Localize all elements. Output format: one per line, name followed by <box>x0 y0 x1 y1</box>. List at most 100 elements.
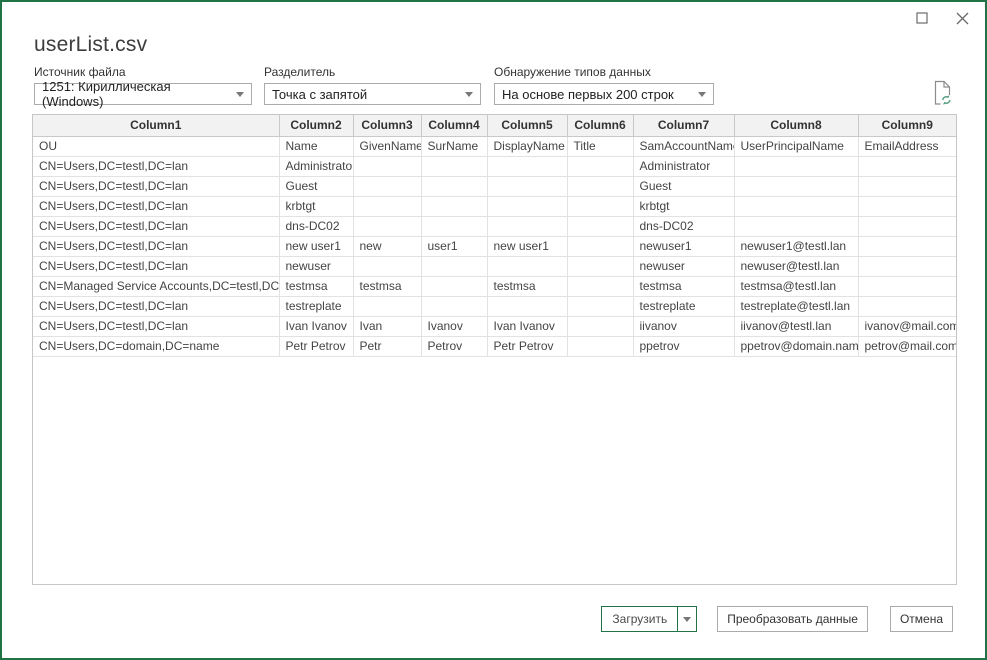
table-cell <box>858 176 956 196</box>
table-cell <box>353 256 421 276</box>
table-cell <box>567 236 633 256</box>
table-cell: Petr Petrov <box>279 336 353 356</box>
table-row: CN=Users,DC=testl,DC=lannew user1newuser… <box>33 236 956 256</box>
type-detection-label: Обнаружение типов данных <box>494 65 714 79</box>
column-header: Column3 <box>353 115 421 136</box>
table-cell <box>421 156 487 176</box>
close-icon <box>956 12 969 25</box>
table-cell <box>487 256 567 276</box>
table-cell <box>487 296 567 316</box>
table-cell <box>734 156 858 176</box>
table-cell <box>567 256 633 276</box>
table-cell: petrov@mail.com <box>858 336 956 356</box>
table-cell <box>858 156 956 176</box>
table-cell: Ivanov <box>421 316 487 336</box>
file-origin-field: Источник файла 1251: Кириллическая (Wind… <box>34 65 252 105</box>
table-row: CN=Users,DC=testl,DC=lanAdministratorAdm… <box>33 156 956 176</box>
table-cell: testreplate@testl.lan <box>734 296 858 316</box>
table-row: CN=Users,DC=testl,DC=lantestreplatetestr… <box>33 296 956 316</box>
table-cell <box>734 216 858 236</box>
table-cell: SamAccountName <box>633 136 734 156</box>
refresh-preview-button[interactable] <box>929 79 955 107</box>
table-cell <box>734 196 858 216</box>
file-origin-select[interactable]: 1251: Кириллическая (Windows) <box>34 83 252 105</box>
table-cell: iivanov@testl.lan <box>734 316 858 336</box>
table-row: CN=Users,DC=domain,DC=namePetr PetrovPet… <box>33 336 956 356</box>
footer-actions: Загрузить Преобразовать данные Отмена <box>601 606 953 632</box>
close-button[interactable] <box>947 7 977 29</box>
table-cell: OU <box>33 136 279 156</box>
table-cell: testmsa@testl.lan <box>734 276 858 296</box>
preview-grid: Column1Column2Column3Column4Column5Colum… <box>32 114 957 585</box>
table-cell <box>421 276 487 296</box>
transform-data-button[interactable]: Преобразовать данные <box>717 606 868 632</box>
table-cell <box>858 296 956 316</box>
table-cell: CN=Users,DC=testl,DC=lan <box>33 176 279 196</box>
load-button[interactable]: Загрузить <box>601 606 678 632</box>
table-cell <box>421 296 487 316</box>
table-cell: CN=Users,DC=testl,DC=lan <box>33 216 279 236</box>
table-cell: testreplate <box>633 296 734 316</box>
cancel-button[interactable]: Отмена <box>890 606 953 632</box>
type-detection-select[interactable]: На основе первых 200 строк <box>494 83 714 105</box>
table-cell: Petr Petrov <box>487 336 567 356</box>
table-cell: UserPrincipalName <box>734 136 858 156</box>
load-split-arrow-button[interactable] <box>677 606 697 632</box>
table-cell: ppetrov@domain.name <box>734 336 858 356</box>
table-cell <box>421 216 487 236</box>
table-row: OUNameGivenNameSurNameDisplayNameTitleSa… <box>33 136 956 156</box>
table-cell <box>487 176 567 196</box>
table-cell: testmsa <box>279 276 353 296</box>
table-cell: Guest <box>279 176 353 196</box>
table-cell: dns-DC02 <box>633 216 734 236</box>
table-cell: Administrator <box>279 156 353 176</box>
table-cell <box>567 316 633 336</box>
table-cell: newuser@testl.lan <box>734 256 858 276</box>
table-cell <box>353 176 421 196</box>
table-cell <box>353 196 421 216</box>
table-row: CN=Users,DC=testl,DC=lannewusernewuserne… <box>33 256 956 276</box>
column-header: Column2 <box>279 115 353 136</box>
type-detection-field: Обнаружение типов данных На основе первы… <box>494 65 714 105</box>
table-cell <box>353 156 421 176</box>
table-row: CN=Managed Service Accounts,DC=testl,DC=… <box>33 276 956 296</box>
delimiter-value: Точка с запятой <box>272 87 367 102</box>
table-row: CN=Users,DC=testl,DC=lanIvan IvanovIvanI… <box>33 316 956 336</box>
table-cell: CN=Users,DC=testl,DC=lan <box>33 156 279 176</box>
page-title: userList.csv <box>34 33 147 57</box>
table-cell: new user1 <box>279 236 353 256</box>
table-cell: EmailAddress <box>858 136 956 156</box>
table-cell <box>858 276 956 296</box>
table-cell: ivanov@mail.com <box>858 316 956 336</box>
table-cell <box>353 296 421 316</box>
table-cell: CN=Managed Service Accounts,DC=testl,DC=… <box>33 276 279 296</box>
table-cell: testreplate <box>279 296 353 316</box>
table-cell: krbtgt <box>279 196 353 216</box>
table-cell: CN=Users,DC=testl,DC=lan <box>33 296 279 316</box>
table-cell: newuser <box>279 256 353 276</box>
delimiter-select[interactable]: Точка с запятой <box>264 83 481 105</box>
table-cell: Ivan Ivanov <box>487 316 567 336</box>
table-cell: Guest <box>633 176 734 196</box>
table-cell: Ivan <box>353 316 421 336</box>
table-cell: new user1 <box>487 236 567 256</box>
table-cell: iivanov <box>633 316 734 336</box>
table-cell: CN=Users,DC=testl,DC=lan <box>33 196 279 216</box>
table-row: CN=Users,DC=testl,DC=lanGuestGuest <box>33 176 956 196</box>
table-cell: new <box>353 236 421 256</box>
table-cell <box>858 236 956 256</box>
table-cell <box>353 216 421 236</box>
maximize-button[interactable] <box>907 7 937 29</box>
table-cell: testmsa <box>353 276 421 296</box>
table-cell: Petrov <box>421 336 487 356</box>
table-cell: DisplayName <box>487 136 567 156</box>
table-cell <box>487 216 567 236</box>
type-detection-value: На основе первых 200 строк <box>502 87 674 102</box>
table-cell: newuser1@testl.lan <box>734 236 858 256</box>
table-cell: testmsa <box>633 276 734 296</box>
table-cell: Administrator <box>633 156 734 176</box>
table-cell: Petr <box>353 336 421 356</box>
table-cell <box>421 196 487 216</box>
table-cell: newuser <box>633 256 734 276</box>
table-cell <box>487 156 567 176</box>
